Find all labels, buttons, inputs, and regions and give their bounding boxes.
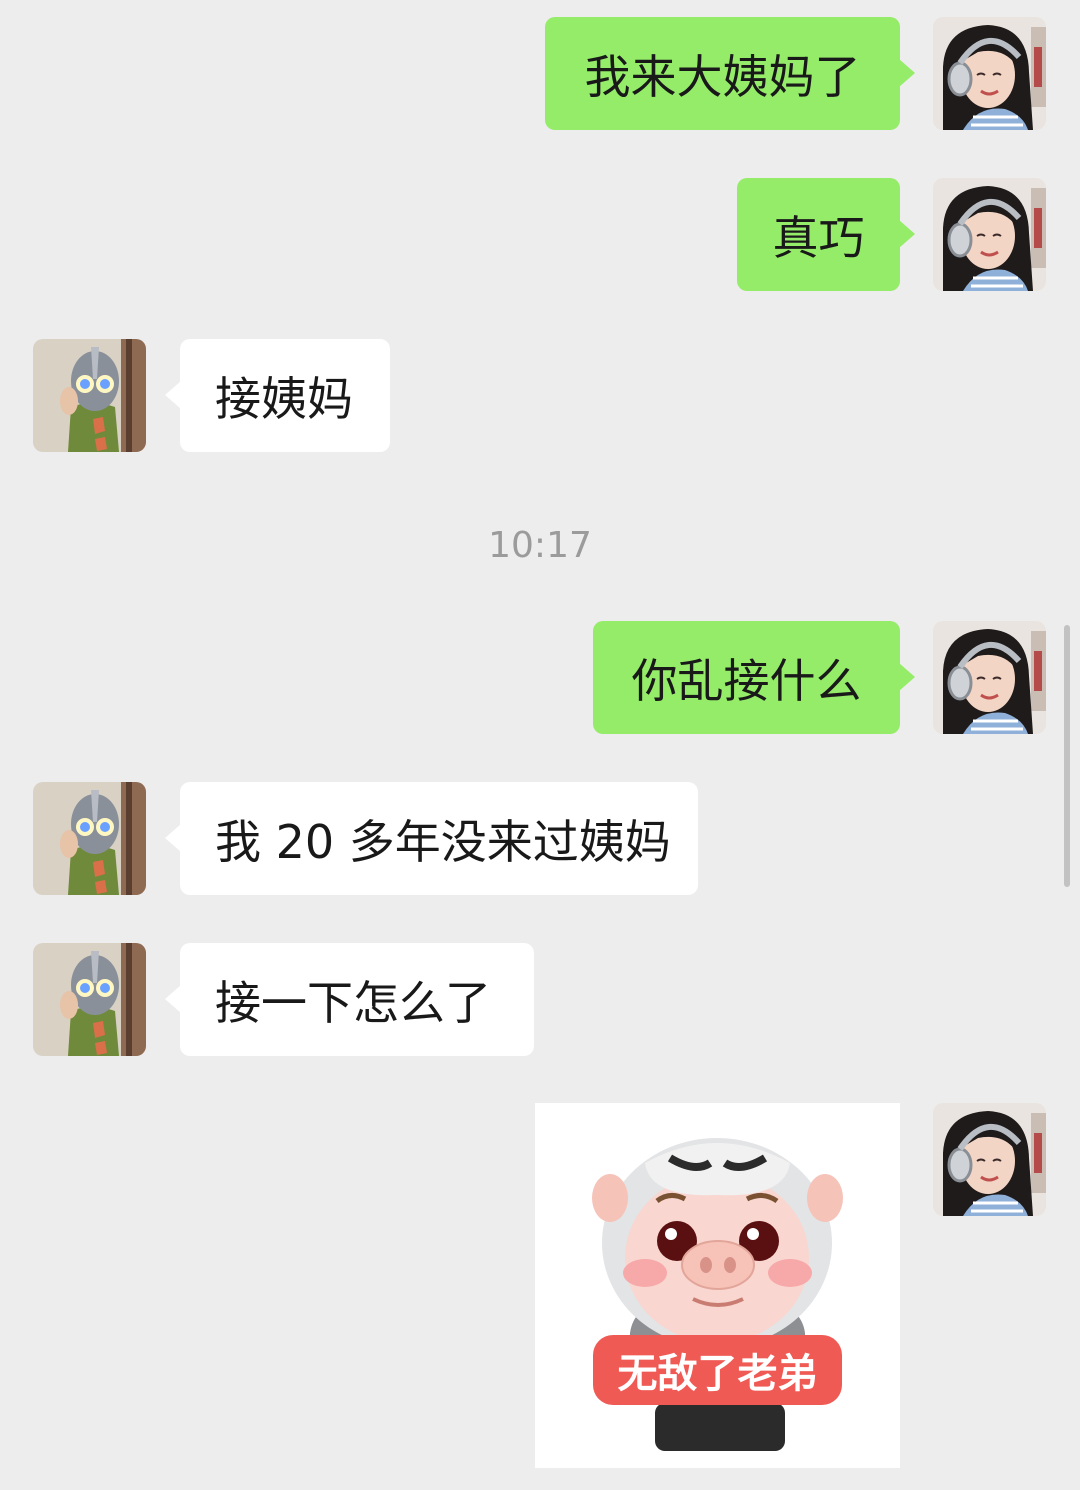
message-text: 接一下怎么了: [215, 975, 491, 1030]
self-avatar[interactable]: [933, 621, 1046, 734]
self-avatar[interactable]: [933, 1103, 1046, 1216]
message-timestamp: 10:17: [488, 525, 592, 566]
message-text: 我 20 多年没来过姨妈: [215, 814, 671, 869]
message-text: 你乱接什么: [631, 653, 862, 708]
self-avatar[interactable]: [933, 178, 1046, 291]
message-bubble-incoming[interactable]: 接一下怎么了: [165, 943, 534, 1056]
message-bubble-incoming[interactable]: 我 20 多年没来过姨妈: [165, 782, 698, 895]
contact-avatar[interactable]: [33, 339, 146, 452]
message-bubble-incoming[interactable]: 接姨妈: [165, 339, 390, 452]
message-text: 真巧: [772, 210, 865, 265]
message-text: 我来大姨妈了: [584, 49, 861, 104]
self-avatar[interactable]: [933, 17, 1046, 130]
contact-avatar[interactable]: [33, 782, 146, 895]
message-bubble-outgoing[interactable]: 你乱接什么: [593, 621, 915, 734]
chat-scrollbar[interactable]: [1064, 625, 1070, 887]
cartoon-pig-sticker[interactable]: 无敌了老弟: [535, 1103, 900, 1468]
message-bubble-outgoing[interactable]: 我来大姨妈了: [545, 17, 915, 130]
contact-avatar[interactable]: [33, 943, 146, 1056]
message-text: 接姨妈: [215, 371, 353, 426]
message-bubble-outgoing[interactable]: 真巧: [737, 178, 915, 291]
sticker-caption: 无敌了老弟: [593, 1335, 842, 1405]
